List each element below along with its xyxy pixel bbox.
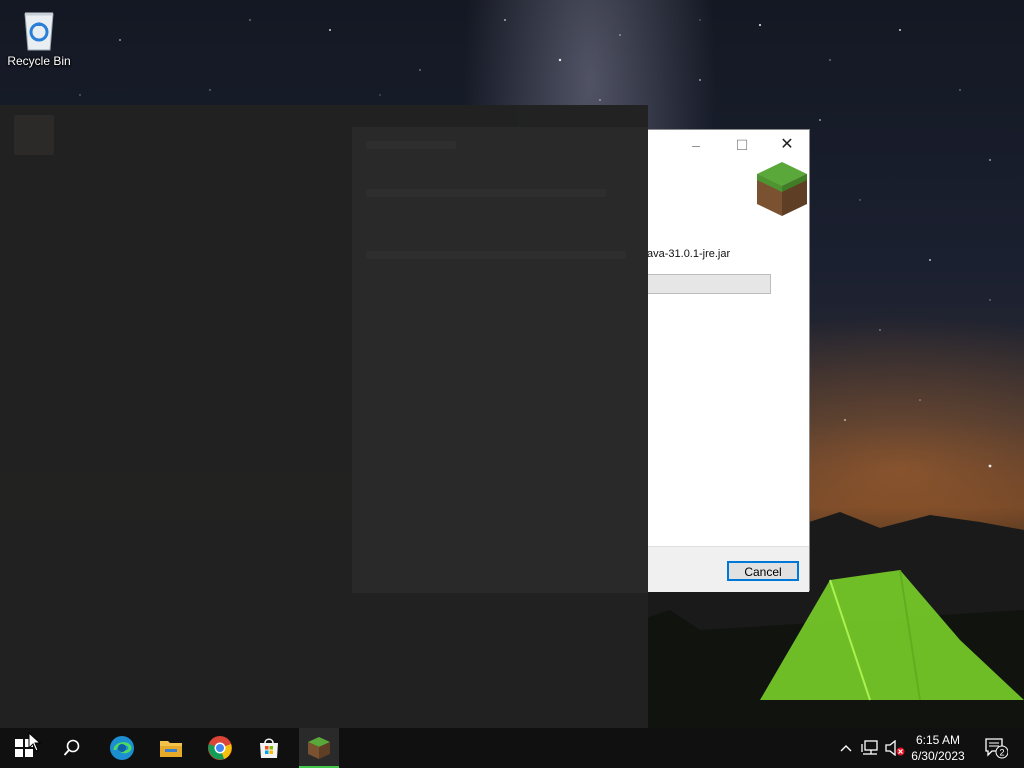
store-icon (260, 738, 278, 758)
volume-button[interactable] (883, 728, 907, 768)
taskbar: 6:15 AM 6/30/2023 2 (0, 728, 1024, 768)
maximize-button[interactable]: ☐ (727, 138, 757, 152)
dialog-footer: Cancel (641, 546, 809, 592)
edge-button[interactable] (98, 728, 146, 768)
minimize-button[interactable]: – (681, 138, 711, 152)
notification-icon: 2 (985, 738, 1008, 759)
store-button[interactable] (245, 728, 293, 768)
file-explorer-button[interactable] (147, 728, 195, 768)
app-window-content (352, 127, 648, 593)
recycle-bin-icon (24, 12, 54, 51)
clock-date: 6/30/2023 (911, 749, 965, 763)
recycle-bin-label: Recycle Bin (7, 54, 71, 68)
download-file-text: ava-31.0.1-jre.jar (647, 248, 731, 260)
show-hidden-icons-button[interactable] (834, 728, 858, 768)
close-button[interactable]: ✕ (772, 137, 802, 153)
cancel-button[interactable]: Cancel (727, 561, 799, 581)
recycle-bin[interactable]: Recycle Bin (6, 8, 72, 78)
search-icon (63, 739, 80, 756)
chrome-button[interactable] (196, 728, 244, 768)
minecraft-button[interactable] (299, 728, 339, 768)
chrome-icon (208, 736, 232, 760)
chevron-up-icon (840, 745, 852, 752)
edge-icon (110, 736, 134, 760)
volume-muted-icon (885, 740, 905, 756)
clock[interactable]: 6:15 AM 6/30/2023 (906, 732, 970, 764)
installer-dialog: – ☐ ✕ ava-31.0.1-jre.jar Cancel (640, 129, 810, 592)
download-progress-bar (641, 274, 771, 294)
app-window-icon (14, 115, 54, 155)
grass-block-icon (757, 162, 807, 216)
search-button[interactable] (48, 728, 96, 768)
grass-block-icon (308, 737, 330, 759)
network-button[interactable] (858, 728, 882, 768)
network-icon (861, 740, 878, 755)
action-center-button[interactable]: 2 (976, 728, 1016, 768)
folder-icon (160, 741, 182, 757)
clock-time: 6:15 AM (915, 733, 961, 747)
notification-count: 2 (999, 748, 1004, 758)
mouse-cursor-icon (28, 732, 42, 752)
dark-app-window[interactable] (0, 105, 648, 728)
